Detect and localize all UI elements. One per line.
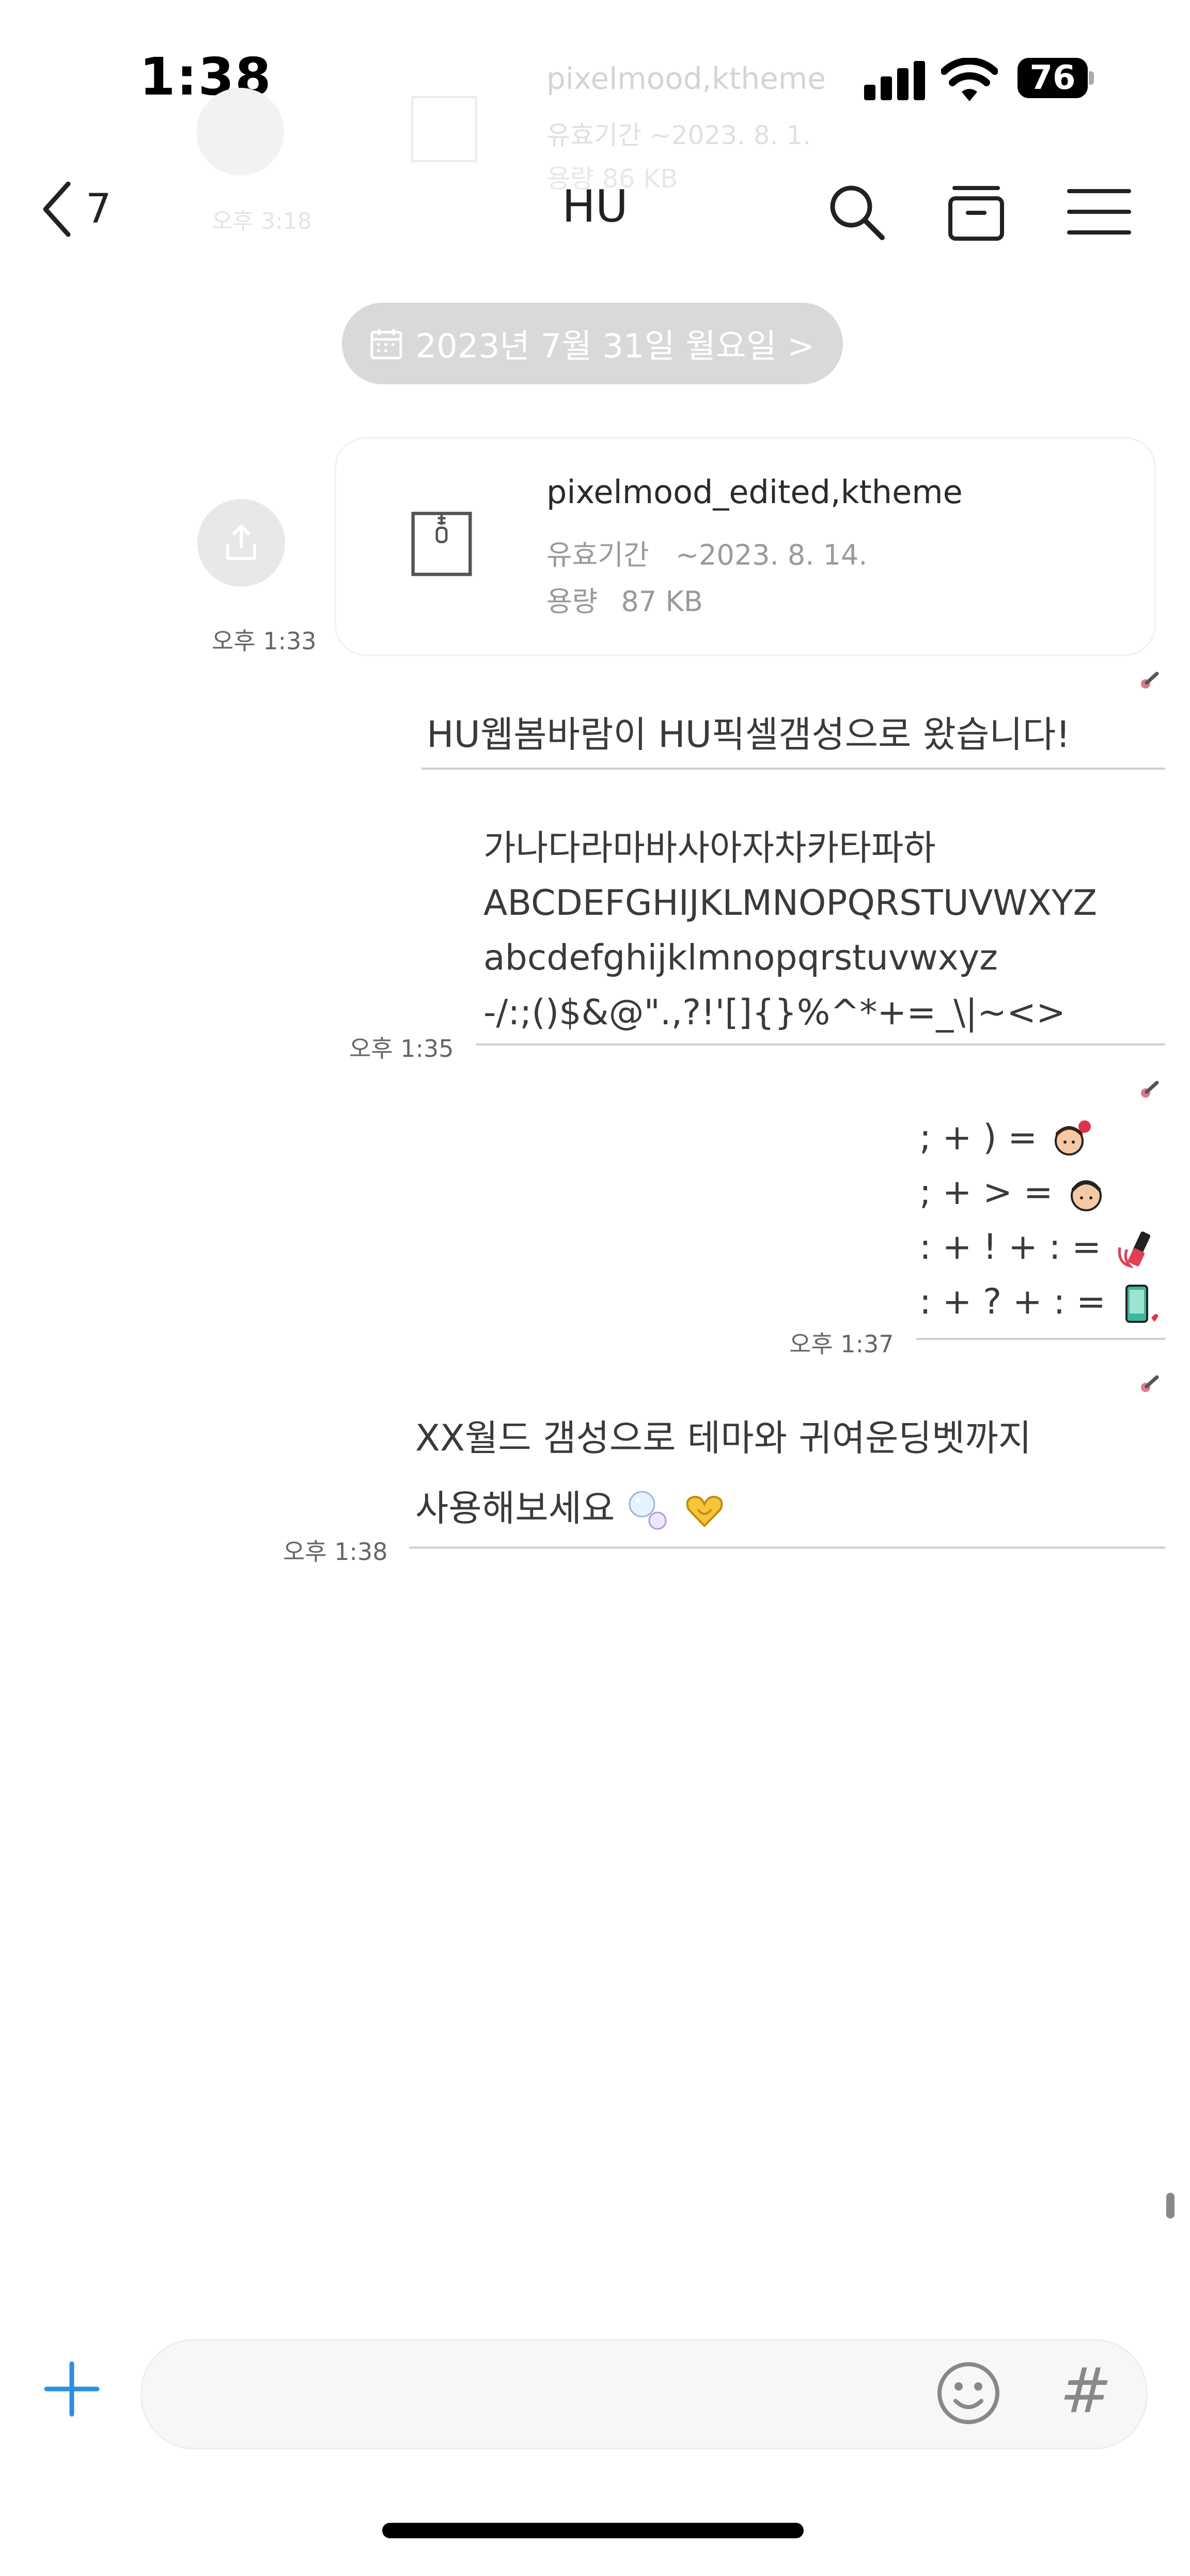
- phone-emoji-icon: [1125, 1285, 1158, 1323]
- message-underline: [476, 1043, 1165, 1045]
- girl-emoji-icon: [1054, 1120, 1091, 1156]
- share-icon: [226, 525, 256, 560]
- file-size-value: 87 KB: [621, 585, 703, 618]
- hash-icon[interactable]: #: [1060, 2355, 1112, 2427]
- emoticon-code: ; + ) =: [919, 1117, 1038, 1158]
- message-charset-block: 가나다라마바사아자차카타파하 ABCDEFGHIJKLMNOPQRSTUVWXY…: [483, 821, 1097, 1040]
- charset-line: -/:;()$&@".,?!'[]{}%^*+=_\|~<>: [483, 992, 1066, 1033]
- battery-indicator: 76: [1017, 58, 1088, 98]
- charset-line: abcdefghijklmnopqrstuvwxyz: [483, 938, 998, 978]
- zip-file-icon: [411, 511, 472, 576]
- message-text-block: XX월드 갬성으로 테마와 귀여운딩벳까지 사용해보세요: [415, 1403, 1031, 1543]
- message-emoticon-block: ; + ) = ; + > = : + ! + : = : + ? + : =: [919, 1111, 1162, 1330]
- read-marker-icon: [1141, 672, 1159, 689]
- scrollbar-thumb[interactable]: [1166, 2193, 1175, 2219]
- file-expiry-label: 유효기간: [546, 539, 649, 571]
- ghost-file-name: pixelmood,ktheme: [546, 61, 826, 96]
- emoticon-code: : + ! + : =: [919, 1227, 1102, 1268]
- file-expiry: 유효기간 ~2023. 8. 14.: [546, 532, 867, 573]
- search-icon: [830, 185, 885, 240]
- read-marker-icon: [1141, 1081, 1159, 1098]
- emoticon-code: : + ? + : =: [919, 1282, 1106, 1322]
- message-time: 오후 1:38: [283, 1538, 388, 1566]
- ghost-share-button: [196, 88, 284, 176]
- home-indicator: [382, 2523, 804, 2538]
- search-button[interactable]: [820, 178, 892, 245]
- menu-button[interactable]: [1063, 178, 1135, 245]
- read-marker-icon: [1141, 1375, 1159, 1392]
- message-underline: [421, 768, 1165, 770]
- message-underline: [409, 1547, 1165, 1549]
- calendar-icon: [370, 329, 402, 360]
- message-time: 오후 1:37: [789, 1330, 894, 1358]
- message-underline: [916, 1338, 1165, 1340]
- lipstick-emoji-icon: [1118, 1231, 1150, 1269]
- wifi-icon: [941, 58, 998, 101]
- battery-cap: [1089, 71, 1094, 85]
- boy-emoji-icon: [1071, 1180, 1102, 1212]
- charset-line: 가나다라마바사아자차카타파하: [483, 828, 936, 869]
- message-time: 오후 1:35: [349, 1035, 454, 1063]
- file-expiry-value: ~2023. 8. 14.: [675, 539, 868, 571]
- drawer-icon: [948, 186, 1004, 241]
- share-button[interactable]: [197, 499, 285, 587]
- file-size-label: 용량: [546, 585, 598, 618]
- cellular-signal-icon: [864, 61, 926, 100]
- menu-icon: [1067, 189, 1131, 235]
- message-line: XX월드 갬성으로 테마와 귀여운딩벳까지: [415, 1417, 1032, 1459]
- message-text: HU웹봄바람이 HU픽셀갬성으로 왔습니다!: [427, 713, 1071, 756]
- plus-icon[interactable]: [43, 2361, 100, 2417]
- emoji-icon[interactable]: [936, 2361, 1001, 2426]
- ghost-file-expiry: 유효기간 ~2023. 8. 1.: [546, 120, 811, 150]
- emoticon-code: ; + > =: [919, 1172, 1053, 1213]
- message-line: 사용해보세요: [415, 1487, 615, 1529]
- file-name: pixelmood_edited,ktheme: [546, 473, 963, 511]
- date-divider[interactable]: 2023년 7월 31일 월요일 >: [342, 303, 843, 384]
- drawer-button[interactable]: [940, 178, 1012, 245]
- message-time: 오후 1:33: [212, 627, 317, 655]
- ghost-file-icon: [411, 96, 477, 162]
- charset-line: ABCDEFGHIJKLMNOPQRSTUVWXYZ: [483, 883, 1098, 924]
- file-size: 용량 87 KB: [546, 579, 703, 619]
- bubbles-emoji-icon: [629, 1491, 667, 1530]
- date-label: 2023년 7월 31일 월요일 >: [415, 327, 815, 366]
- heart-hands-emoji-icon: [686, 1495, 723, 1527]
